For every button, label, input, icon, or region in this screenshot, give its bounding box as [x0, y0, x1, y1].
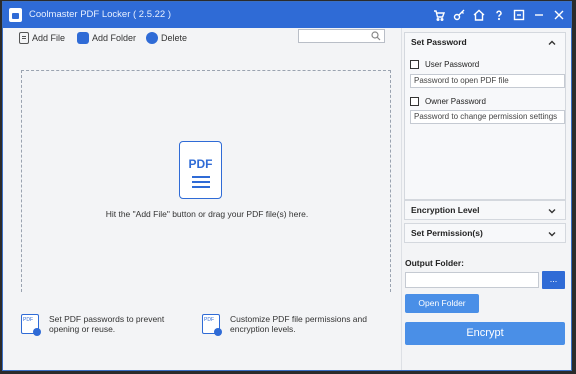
app-lock-icon [9, 8, 22, 22]
feedback-icon[interactable] [509, 5, 529, 25]
add-file-label: Add File [32, 33, 66, 43]
pdf-icon-label: PDF [188, 157, 213, 171]
pdf-icon-line [192, 181, 210, 183]
cart-icon[interactable] [429, 5, 449, 25]
add-folder-button[interactable]: Add Folder [77, 31, 136, 45]
encrypt-button[interactable]: Encrypt [405, 322, 565, 345]
pdf-icon-line [192, 186, 210, 188]
delete-label: Delete [161, 33, 188, 43]
add-file-button[interactable]: Add File [19, 31, 65, 45]
search-box [298, 29, 385, 43]
set-password-header[interactable]: Set Password [404, 32, 566, 52]
password-section: User Password Password to open PDF file … [404, 50, 566, 200]
chevron-down-icon [547, 229, 557, 239]
user-password-input[interactable]: Password to open PDF file [410, 74, 565, 88]
close-icon[interactable] [549, 5, 569, 25]
browse-button[interactable]: ... [542, 271, 565, 289]
pdf-settings-icon: PDF [202, 314, 222, 336]
title-bar: Coolmaster PDF Locker ( 2.5.22 ) [3, 2, 571, 28]
chevron-up-icon [547, 38, 557, 48]
set-permissions-title: Set Permission(s) [411, 228, 483, 238]
set-password-title: Set Password [411, 37, 467, 47]
owner-password-row: Owner Password [410, 97, 486, 106]
encryption-level-title: Encryption Level [411, 205, 480, 215]
help-icon[interactable] [489, 5, 509, 25]
file-drop-area[interactable]: PDF Hit the "Add File" button or drag yo… [21, 70, 391, 292]
search-icon[interactable] [371, 31, 381, 41]
pdf-lock-icon: PDF [21, 314, 41, 336]
minimize-icon[interactable] [529, 5, 549, 25]
encryption-level-header[interactable]: Encryption Level [404, 200, 566, 220]
owner-password-label: Owner Password [425, 97, 486, 106]
tip-text: Set PDF passwords to prevent opening or … [49, 314, 165, 334]
set-permissions-header[interactable]: Set Permission(s) [404, 223, 566, 243]
settings-panel: Set Password User Password Password to o… [401, 28, 567, 370]
tip-passwords: PDF Set PDF passwords to prevent opening… [21, 314, 189, 336]
key-icon[interactable] [449, 5, 469, 25]
owner-password-input[interactable]: Password to change permission settings [410, 110, 565, 124]
user-password-checkbox[interactable] [410, 60, 419, 69]
add-folder-label: Add Folder [92, 33, 137, 43]
home-icon[interactable] [469, 5, 489, 25]
app-window: Coolmaster PDF Locker ( 2.5.22 ) Add Fil… [2, 1, 572, 371]
pdf-icon-line [192, 176, 210, 178]
delete-icon [146, 32, 158, 44]
open-folder-button[interactable]: Open Folder [405, 294, 479, 313]
tip-text: Customize PDF file permissions and encry… [230, 314, 367, 334]
owner-password-checkbox[interactable] [410, 97, 419, 106]
output-folder-label: Output Folder: [405, 258, 465, 268]
window-title: Coolmaster PDF Locker ( 2.5.22 ) [29, 9, 172, 20]
feature-tips: PDF Set PDF passwords to prevent opening… [21, 314, 391, 342]
tip-permissions: PDF Customize PDF file permissions and e… [202, 314, 370, 336]
delete-button[interactable]: Delete [146, 31, 187, 45]
chevron-down-icon [547, 206, 557, 216]
add-file-icon [19, 32, 29, 44]
drop-hint-text: Hit the "Add File" button or drag your P… [105, 209, 309, 219]
pdf-document-icon: PDF [179, 141, 222, 199]
user-password-label: User Password [425, 60, 480, 69]
output-folder-field[interactable] [405, 272, 539, 288]
add-folder-icon [77, 32, 89, 44]
user-password-row: User Password [410, 60, 479, 69]
